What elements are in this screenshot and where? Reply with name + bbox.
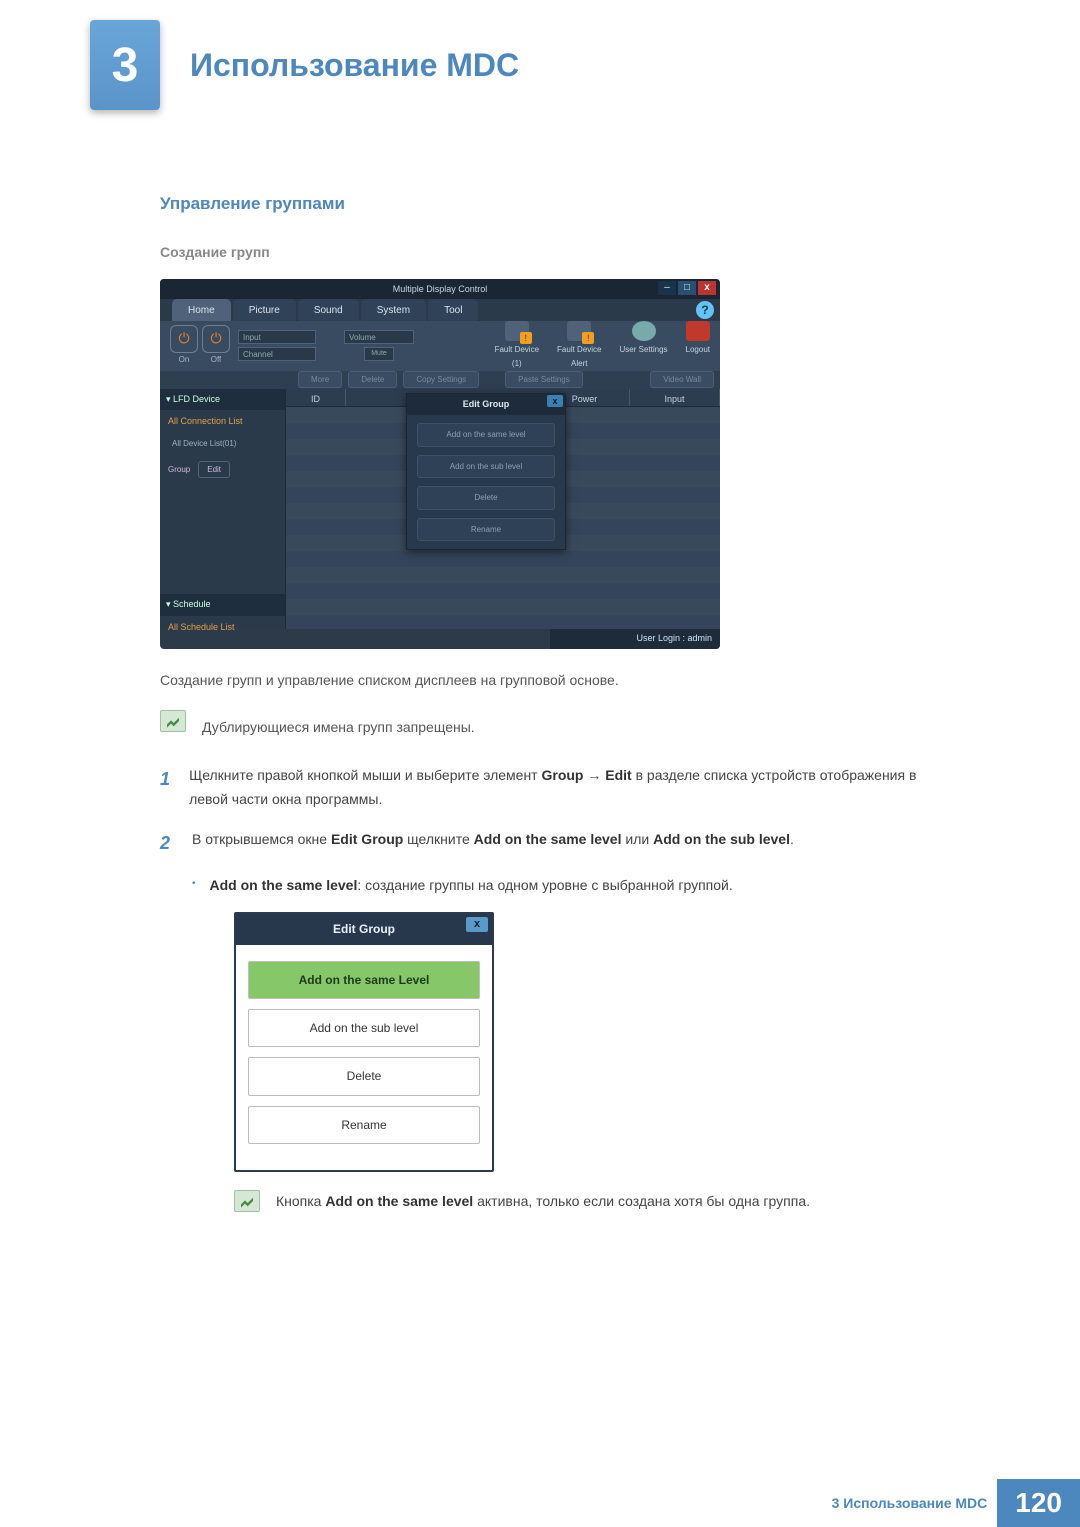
popup-title: Edit Group [463, 399, 510, 409]
channel-stepper: Channel [238, 347, 316, 361]
subsection-heading: Создание групп [160, 241, 920, 265]
footer-page-number: 120 [997, 1479, 1080, 1527]
copy-settings-button: Copy Settings [403, 371, 479, 389]
minimize-icon: – [658, 281, 676, 295]
note-text-2: Кнопка Add on the same level активна, то… [276, 1190, 810, 1214]
step-1-number: 1 [160, 764, 171, 812]
bullet-icon: • [192, 874, 196, 898]
col-input: Input [630, 389, 720, 406]
more-button: More [298, 371, 342, 389]
power-off-label: Off [211, 353, 222, 367]
tab-home: Home [172, 299, 231, 321]
window-title: Multiple Display Control [393, 282, 488, 297]
popup-add-sub-level: Add on the sub level [417, 455, 555, 479]
edit-group-popup: Edit Group x Add on the same level Add o… [406, 393, 566, 551]
schedule-section: Schedule [160, 594, 285, 615]
maximize-icon: □ [678, 281, 696, 295]
chapter-number-badge: 3 [90, 20, 160, 110]
dialog-close-icon: x [466, 917, 488, 932]
bullet-1-text: Add on the same level: создание группы н… [210, 874, 733, 898]
input-dropdown: Input [238, 330, 316, 344]
step-2-number: 2 [160, 828, 174, 859]
dialog-add-sub-level: Add on the sub level [248, 1009, 480, 1047]
caption-text: Создание групп и управление списком дисп… [160, 669, 920, 693]
chapter-title: Использование MDC [190, 47, 519, 84]
note-icon [234, 1190, 260, 1212]
note-icon [160, 710, 186, 732]
tab-sound: Sound [298, 299, 359, 321]
tab-picture: Picture [233, 299, 296, 321]
user-settings-icon: User Settings [620, 321, 668, 370]
help-icon: ? [696, 301, 714, 319]
note-text-1: Дублирующиеся имена групп запрещены. [202, 716, 475, 740]
step-2-text: В открывшемся окне Edit Group щелкните A… [192, 828, 794, 859]
edit-group-dialog: Edit Group x Add on the same Level Add o… [234, 912, 494, 1172]
dialog-add-same-level: Add on the same Level [248, 961, 480, 999]
dialog-delete: Delete [248, 1057, 480, 1095]
paste-settings-button: Paste Settings [505, 371, 583, 389]
tab-tool: Tool [428, 299, 478, 321]
col-id: ID [286, 389, 346, 406]
section-heading: Управление группами [160, 190, 920, 219]
group-edit-button: Edit [198, 461, 230, 479]
all-connection-list: All Connection List [160, 410, 285, 433]
popup-delete: Delete [417, 486, 555, 510]
popup-add-same-level: Add on the same level [417, 423, 555, 447]
dialog-title: Edit Group [333, 922, 395, 936]
lfd-device-section: LFD Device [160, 389, 285, 410]
close-icon: x [698, 281, 716, 295]
all-device-list: All Device List(01) [160, 433, 285, 455]
tab-system: System [361, 299, 426, 321]
all-schedule-list: All Schedule List [160, 616, 285, 639]
group-label: Group [168, 463, 190, 477]
fault-alert-icon: Fault Device Alert [557, 321, 601, 370]
volume-control: Volume [344, 330, 414, 344]
footer-chapter-label: 3 Использование MDC [832, 1495, 998, 1511]
step-1-text: Щелкните правой кнопкой мыши и выберите … [189, 764, 920, 812]
mdc-screenshot: Multiple Display Control – □ x ? Home Pi… [160, 279, 720, 649]
mute-button: Mute [364, 347, 394, 361]
dialog-rename: Rename [248, 1106, 480, 1144]
power-on-icon: ⏻ [170, 325, 198, 353]
fault-device-icon: Fault Device (1) [495, 321, 539, 370]
videowall-button: Video Wall [650, 371, 714, 389]
power-on-label: On [179, 353, 190, 367]
popup-rename: Rename [417, 518, 555, 542]
delete-button: Delete [348, 371, 397, 389]
status-bar: User Login : admin [550, 629, 720, 648]
power-off-icon: ⏻ [202, 325, 230, 353]
logout-icon: Logout [686, 321, 710, 370]
popup-close-icon: x [547, 395, 563, 407]
